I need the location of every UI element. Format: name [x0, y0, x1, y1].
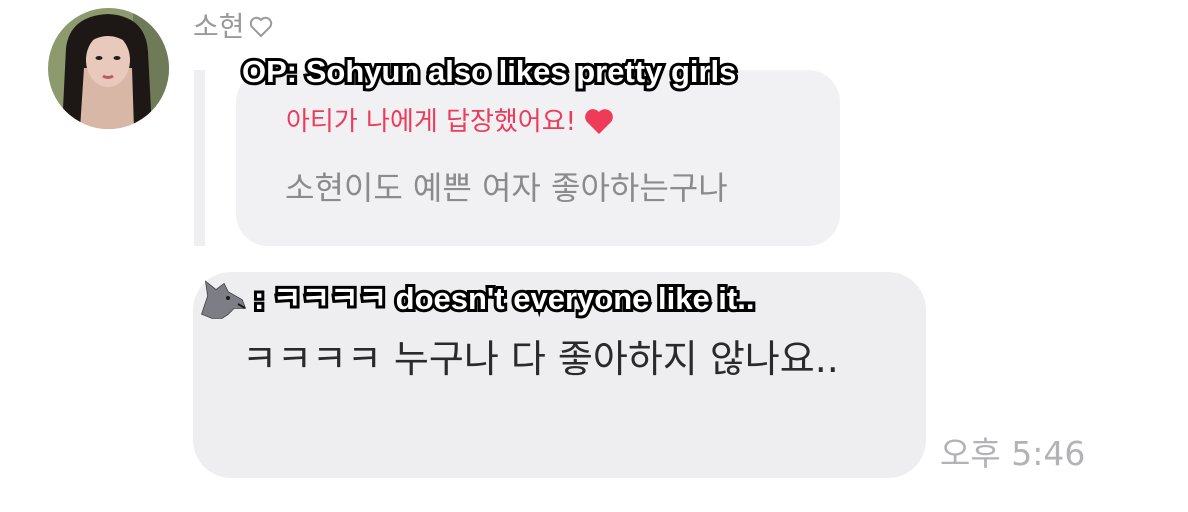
message-text: ㅋㅋㅋㅋ 누구나 다 좋아하지 않나요..	[242, 337, 839, 381]
quoted-message: 소현이도 예쁜 여자 좋아하는구나	[285, 169, 728, 207]
sender-name: 소현	[193, 10, 245, 43]
heart-icon	[584, 108, 614, 136]
message-timestamp: 오후 5:46	[940, 434, 1086, 473]
sender-header: 소현	[193, 10, 273, 44]
avatar[interactable]	[48, 8, 169, 129]
caption-reply: : ㅋㅋㅋㅋ doesn't everyone like it..	[198, 278, 757, 320]
reply-card-title: 아티가 나에게 답장했어요!	[286, 106, 614, 138]
caption-reply-text: : ㅋㅋㅋㅋ doesn't everyone like it..	[251, 278, 757, 319]
caption-op: OP: Sohyun also likes pretty girls	[239, 51, 739, 92]
reply-card-title-text: 아티가 나에게 답장했어요!	[286, 107, 577, 137]
reply-card[interactable]	[236, 70, 840, 246]
wolf-icon	[198, 278, 248, 320]
heart-outline-icon[interactable]	[249, 16, 273, 38]
reply-thread-line	[194, 70, 205, 246]
